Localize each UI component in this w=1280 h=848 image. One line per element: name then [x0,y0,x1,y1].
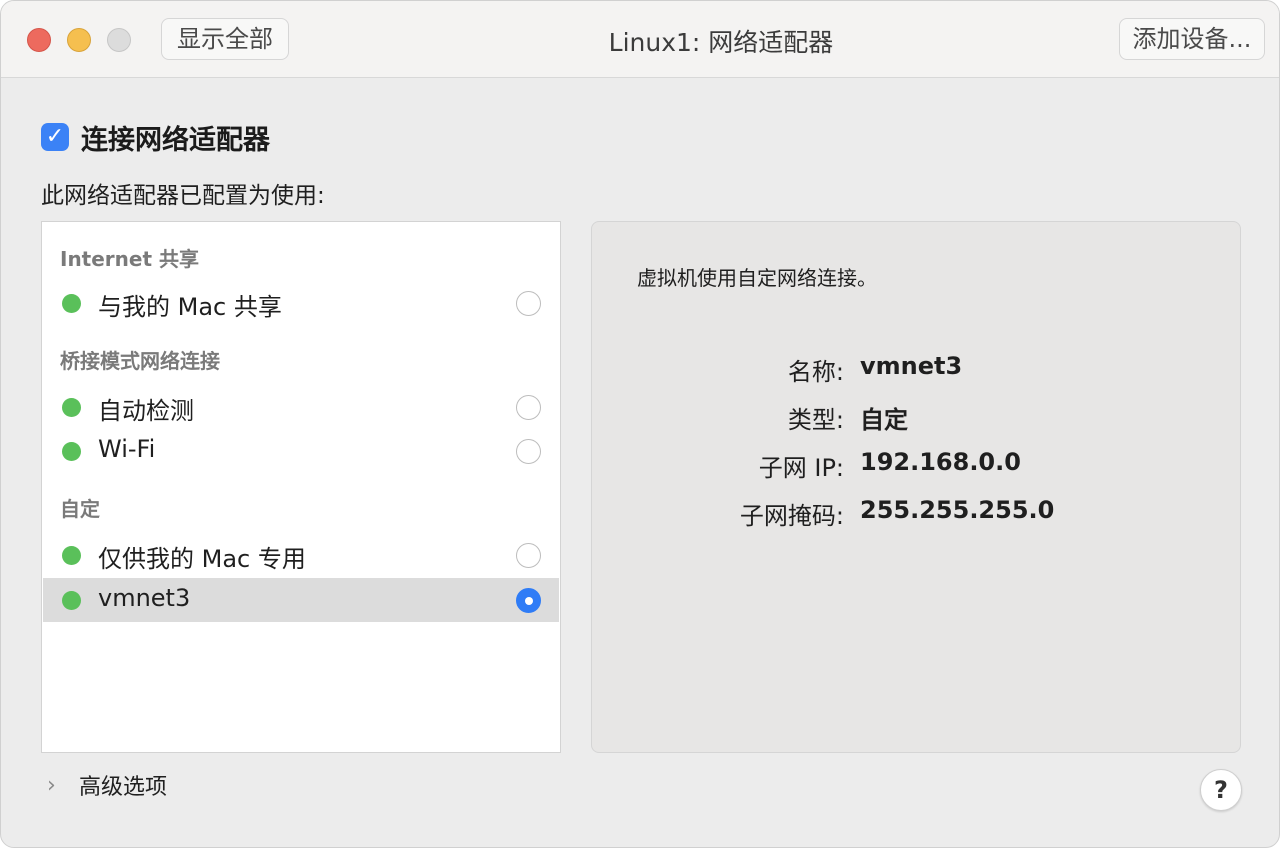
detail-key: 子网掩码: [739,502,844,530]
advanced-options-label: 高级选项 [79,775,168,800]
detail-key: 名称: [787,358,844,386]
window-title: Linux1: 网络适配器 [608,28,834,57]
detail-key: 子网 IP: [758,454,844,482]
radio-autodetect[interactable] [516,395,541,420]
status-dot-green [62,591,81,610]
advanced-options-disclosure[interactable]: › 高级选项 [47,769,167,801]
window: 显示全部 Linux1: 网络适配器 添加设备... ✓ 连接网络适配器 此网络… [0,0,1280,848]
status-dot-green [62,294,81,313]
chevron-right-icon[interactable]: › [47,773,67,798]
detail-value: 自定 [860,406,908,434]
radio-vmnet3[interactable] [516,588,541,613]
checkmark-icon: ✓ [45,124,65,149]
show-all-button[interactable]: 显示全部 [161,18,289,60]
detail-key: 类型: [787,406,844,434]
group-header-bridged: 桥接模式网络连接 [60,349,220,373]
network-description: 虚拟机使用自定网络连接。 [637,266,877,290]
list-item-vmnet3[interactable]: vmnet3 [43,578,559,622]
detail-value: 192.168.0.0 [860,448,1021,476]
list-item-label: 与我的 Mac 共享 [98,293,282,321]
title-bar: 显示全部 Linux1: 网络适配器 添加设备... [1,1,1279,78]
list-item-autodetect[interactable]: 自动检测 [43,385,559,429]
list-item-label: vmnet3 [98,584,191,612]
minimize-window-button[interactable] [67,28,91,52]
add-device-button[interactable]: 添加设备... [1119,18,1265,60]
detail-row-subnet-ip: 子网 IP: 192.168.0.0 [592,448,1242,484]
detail-row-name: 名称: vmnet3 [592,352,1242,388]
detail-value: vmnet3 [860,352,963,380]
list-item-private-to-mac[interactable]: 仅供我的 Mac 专用 [43,533,559,577]
radio-private-to-mac[interactable] [516,543,541,568]
detail-value: 255.255.255.0 [860,496,1055,524]
group-header-internet-sharing: Internet 共享 [60,247,199,271]
status-dot-green [62,398,81,417]
help-button[interactable]: ? [1200,769,1242,811]
connect-adapter-checkbox[interactable]: ✓ [41,123,69,151]
connect-adapter-label: 连接网络适配器 [81,124,270,156]
list-item-wifi[interactable]: Wi-Fi [43,429,559,473]
detail-row-type: 类型: 自定 [592,400,1242,436]
network-source-list: Internet 共享 与我的 Mac 共享 桥接模式网络连接 自动检测 Wi-… [41,221,561,753]
status-dot-green [62,442,81,461]
radio-share-with-mac[interactable] [516,291,541,316]
network-details-panel: 虚拟机使用自定网络连接。 名称: vmnet3 类型: 自定 子网 IP: 19… [591,221,1241,753]
zoom-window-button[interactable] [107,28,131,52]
status-dot-green [62,546,81,565]
list-item-share-with-mac[interactable]: 与我的 Mac 共享 [43,281,559,325]
adapter-config-label: 此网络适配器已配置为使用: [41,183,325,209]
list-item-label: 自动检测 [98,397,194,425]
list-item-label: 仅供我的 Mac 专用 [98,545,306,573]
detail-row-subnet-mask: 子网掩码: 255.255.255.0 [592,496,1242,532]
close-window-button[interactable] [27,28,51,52]
group-header-custom: 自定 [60,497,100,521]
list-item-label: Wi-Fi [98,435,156,463]
connect-adapter-row[interactable]: ✓ 连接网络适配器 [41,121,270,156]
radio-wifi[interactable] [516,439,541,464]
